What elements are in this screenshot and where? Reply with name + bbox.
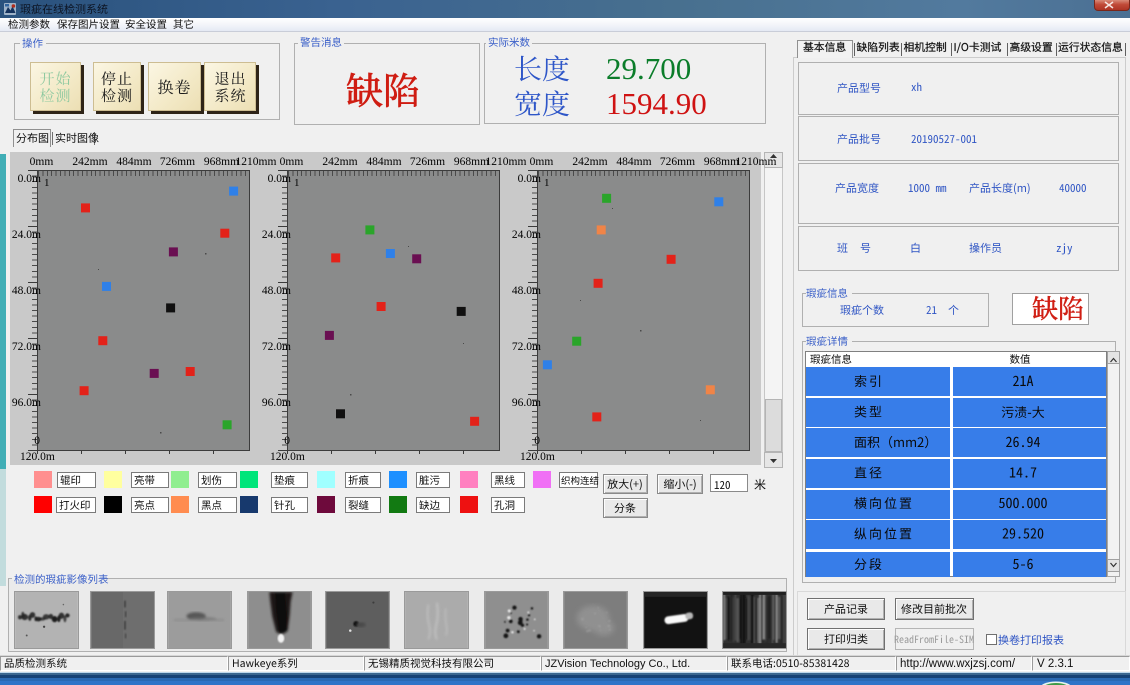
svg-text:726mm: 726mm [160,156,195,168]
svg-text:120.0m: 120.0m [20,451,55,463]
svg-text:48.0m: 48.0m [262,285,291,297]
svg-text:0.0m: 0.0m [18,173,41,185]
svg-text:968mm: 968mm [704,156,739,168]
svg-text:96.0m: 96.0m [262,397,291,409]
svg-text:24.0m: 24.0m [512,229,541,241]
svg-text:72.0m: 72.0m [262,341,291,353]
svg-text:484mm: 484mm [616,156,651,168]
svg-text:24.0m: 24.0m [262,229,291,241]
svg-text:72.0m: 72.0m [12,341,41,353]
svg-text:0: 0 [284,435,290,447]
svg-text:48.0m: 48.0m [12,285,41,297]
svg-text:0mm: 0mm [280,156,304,168]
svg-text:484mm: 484mm [116,156,151,168]
svg-text:96.0m: 96.0m [12,397,41,409]
svg-text:242mm: 242mm [72,156,107,168]
svg-text:484mm: 484mm [366,156,401,168]
svg-text:0.0m: 0.0m [268,173,291,185]
svg-text:120.0m: 120.0m [270,451,305,463]
svg-text:29.700: 29.700 [606,51,691,86]
svg-text:968mm: 968mm [204,156,239,168]
svg-text:96.0m: 96.0m [512,397,541,409]
svg-text:0: 0 [534,435,540,447]
svg-text:1: 1 [294,177,300,189]
svg-text:24.0m: 24.0m [12,229,41,241]
svg-text:726mm: 726mm [660,156,695,168]
svg-text:0mm: 0mm [530,156,554,168]
svg-text:242mm: 242mm [572,156,607,168]
svg-text:1210mm: 1210mm [486,156,527,168]
svg-text:726mm: 726mm [410,156,445,168]
svg-text:1: 1 [44,177,50,189]
svg-text:JZVision Technology Co., Ltd.: JZVision Technology Co., Ltd. [545,658,690,670]
svg-text:1: 1 [544,177,550,189]
svg-text:V 2.3.1: V 2.3.1 [1037,658,1073,670]
svg-text:1594.90: 1594.90 [606,86,707,121]
svg-text:0: 0 [34,435,40,447]
svg-text:242mm: 242mm [322,156,357,168]
svg-text:72.0m: 72.0m [512,341,541,353]
svg-text:48.0m: 48.0m [512,285,541,297]
svg-text:968mm: 968mm [454,156,489,168]
svg-text:0mm: 0mm [30,156,54,168]
svg-text:120.0m: 120.0m [520,451,555,463]
svg-text:http://www.wxjzsj.com/: http://www.wxjzsj.com/ [900,658,1016,670]
svg-text:0.0m: 0.0m [518,173,541,185]
svg-text:1210mm: 1210mm [236,156,277,168]
